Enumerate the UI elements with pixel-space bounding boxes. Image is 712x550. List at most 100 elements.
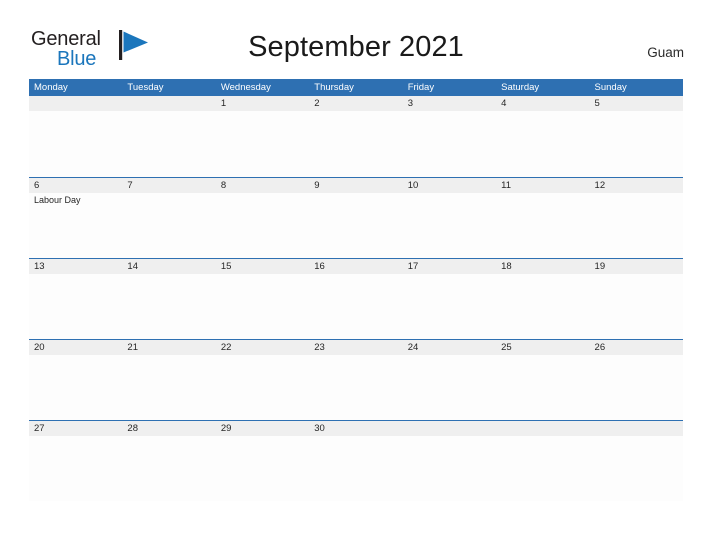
week-cells: 27 28 29 30 (29, 421, 683, 501)
day-cell[interactable]: 7 (122, 178, 215, 258)
day-cell[interactable]: 10 (403, 178, 496, 258)
day-cell[interactable]: 22 (216, 340, 309, 420)
day-number: 2 (314, 98, 320, 109)
day-number: 30 (314, 423, 325, 434)
day-events (496, 421, 589, 423)
calendar-week-row: 20 21 22 23 24 25 26 (29, 339, 683, 420)
day-cell[interactable]: 13 (29, 259, 122, 339)
day-events (496, 111, 589, 113)
week-cells: 20 21 22 23 24 25 26 (29, 340, 683, 420)
day-events (590, 111, 683, 113)
week-cells: 6 Labour Day 7 8 9 10 11 12 (29, 178, 683, 258)
week-cells: 1 2 3 4 5 (29, 96, 683, 177)
day-events (216, 436, 309, 438)
calendar-week-row: 13 14 15 16 17 18 19 (29, 258, 683, 339)
day-events (29, 436, 122, 438)
day-number: 18 (501, 261, 512, 272)
day-cell[interactable]: 29 (216, 421, 309, 501)
weekday-header-monday: Monday (34, 82, 68, 93)
weekday-header-tuesday: Tuesday (127, 82, 164, 93)
day-number: 12 (594, 180, 606, 191)
day-events (403, 421, 496, 423)
day-events (309, 274, 402, 276)
day-number: 15 (220, 261, 232, 272)
region-label: Guam (647, 45, 684, 60)
day-cell-empty (403, 421, 496, 501)
day-events (403, 111, 496, 113)
day-number: 3 (407, 98, 413, 109)
day-number: 14 (127, 261, 138, 272)
day-number: 8 (220, 180, 227, 191)
day-cell[interactable]: 20 (29, 340, 122, 420)
day-cell[interactable]: 6 Labour Day (29, 178, 122, 258)
day-cell-empty (590, 421, 683, 501)
day-cell[interactable]: 16 (309, 259, 402, 339)
day-cell-empty (29, 96, 122, 177)
day-cell[interactable]: 14 (122, 259, 215, 339)
day-cell[interactable]: 25 (496, 340, 589, 420)
day-cell[interactable]: 23 (309, 340, 402, 420)
day-events (496, 274, 589, 276)
day-number: 24 (407, 342, 419, 353)
day-cell[interactable]: 17 (403, 259, 496, 339)
calendar-weeks: 1 2 3 4 5 6 Labour Day 7 8 9 10 11 12 13 14 15 16 17 18 19 2… (29, 96, 683, 501)
day-events (29, 96, 122, 98)
day-cell[interactable]: 30 (309, 421, 402, 501)
day-cell[interactable]: 26 (590, 340, 683, 420)
day-events (496, 193, 589, 195)
calendar-page: General Blue September 2021 Guam Monday … (0, 0, 712, 550)
day-number: 9 (314, 180, 320, 191)
day-number: 16 (314, 261, 325, 272)
page-header: General Blue September 2021 Guam (0, 0, 712, 76)
day-events: Labour Day (29, 193, 122, 206)
day-events (496, 355, 589, 357)
day-events (122, 193, 215, 195)
day-cell[interactable]: 4 (496, 96, 589, 177)
day-events (122, 274, 215, 276)
day-cell[interactable]: 8 (216, 178, 309, 258)
day-events (122, 355, 215, 357)
day-number: 22 (220, 342, 232, 353)
day-events (29, 274, 122, 276)
day-number: 5 (594, 98, 600, 109)
day-number: 28 (127, 423, 138, 434)
calendar-week-row: 27 28 29 30 (29, 420, 683, 501)
day-cell[interactable]: 5 (590, 96, 683, 177)
day-events (590, 193, 683, 195)
day-cell[interactable]: 28 (122, 421, 215, 501)
day-events (590, 355, 683, 357)
day-events (309, 436, 402, 438)
day-number: 17 (407, 261, 419, 272)
day-events (590, 421, 683, 423)
day-cell[interactable]: 15 (216, 259, 309, 339)
day-cell[interactable]: 1 (216, 96, 309, 177)
day-number: 1 (220, 98, 227, 109)
day-cell[interactable]: 19 (590, 259, 683, 339)
day-events (309, 193, 402, 195)
day-cell[interactable]: 9 (309, 178, 402, 258)
day-cell[interactable]: 21 (122, 340, 215, 420)
day-events (216, 355, 309, 357)
day-cell-empty (122, 96, 215, 177)
day-cell-empty (496, 421, 589, 501)
day-number: 10 (407, 180, 419, 191)
day-number: 20 (34, 342, 45, 353)
calendar-week-row: 6 Labour Day 7 8 9 10 11 12 (29, 177, 683, 258)
day-events (122, 96, 215, 98)
day-number: 7 (127, 180, 133, 191)
day-events (403, 193, 496, 195)
day-number: 19 (594, 261, 606, 272)
day-cell[interactable]: 18 (496, 259, 589, 339)
day-cell[interactable]: 24 (403, 340, 496, 420)
day-cell[interactable]: 27 (29, 421, 122, 501)
day-cell[interactable]: 12 (590, 178, 683, 258)
day-cell[interactable]: 11 (496, 178, 589, 258)
weekday-header-friday: Friday (407, 82, 435, 93)
day-events (216, 193, 309, 195)
day-cell[interactable]: 2 (309, 96, 402, 177)
weekday-header-sunday: Sunday (594, 82, 627, 93)
calendar-week-row: 1 2 3 4 5 (29, 96, 683, 177)
day-events (590, 274, 683, 276)
day-number: 13 (34, 261, 45, 272)
day-cell[interactable]: 3 (403, 96, 496, 177)
